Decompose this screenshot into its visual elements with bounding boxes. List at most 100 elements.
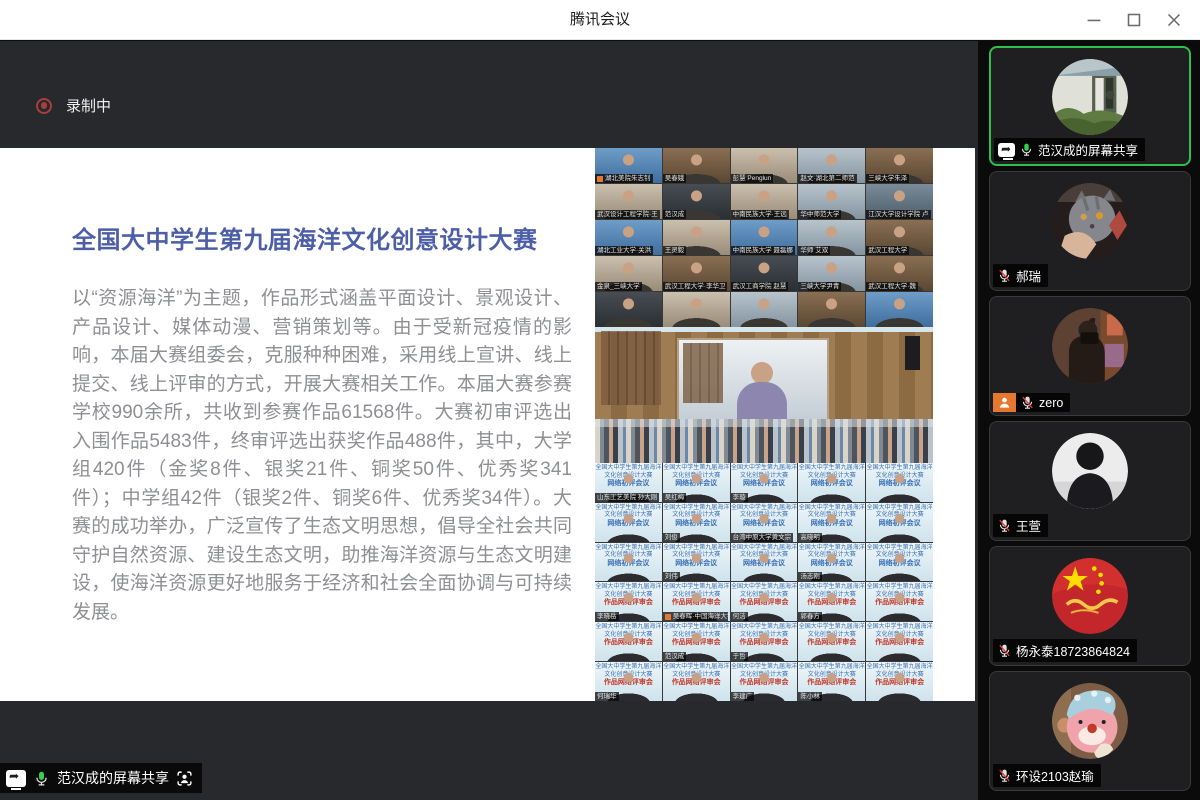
participant-name: zero — [1039, 396, 1063, 410]
participant-silhouette — [866, 463, 933, 502]
wall-tile-name: 华师 艾双 — [798, 246, 830, 255]
participant-label-row: 王萱 — [993, 514, 1048, 537]
wall-tile: 武汉设计工程学院·王 — [595, 184, 662, 219]
screen-share-icon — [6, 770, 26, 787]
wall-tile-name: 汤志刚 — [798, 572, 822, 581]
slide-title: 全国大中学生第九届海洋文化创意设计大赛 — [72, 220, 571, 255]
maximize-icon — [1123, 9, 1145, 31]
wall-tile-name: 郭春方 — [798, 612, 822, 621]
wall-tile: 全国大中学生第九届海洋文化创意设计大赛网络初评会议台湾中原大学黄文宗 — [731, 503, 798, 542]
participant-silhouette — [866, 582, 933, 621]
pip-view-icon — [176, 770, 193, 787]
participant-label: 郝瑞 — [993, 264, 1048, 287]
wall-tile: 全国大中学生第九届海洋文化创意设计大赛网络初评会议刘伟 — [663, 543, 730, 582]
presenter-head — [751, 362, 773, 384]
close-button[interactable] — [1154, 0, 1194, 40]
video-wall-bottom-grid: 全国大中学生第九届海洋文化创意设计大赛网络初评会议山东工艺美院 孙大刚全国大中学… — [595, 463, 933, 701]
member-badge-icon — [665, 614, 671, 620]
title-bar: 腾讯会议 — [0, 0, 1200, 40]
wall-tile: 华师 艾双 — [798, 220, 865, 255]
wall-tile: 金泉_三峡大学 — [595, 256, 662, 291]
wall-tile-name: 李建广 — [731, 692, 755, 701]
wall-tile: 全国大中学生第九届海洋文化创意设计大赛作品网络评审会吴春晖·中国海洋大学 — [663, 582, 730, 621]
screen-share-banner[interactable]: 范汉成的屏幕共享 — [0, 763, 202, 793]
wall-tile-name: 三峡大学朱泽 — [866, 174, 909, 183]
wall-tile-name: 武汉工程大学·魏 — [866, 282, 918, 291]
mic-on-icon — [1019, 142, 1034, 157]
maximize-button[interactable] — [1114, 0, 1154, 40]
wall-tile: 全国大中学生第九届海洋文化创意设计大赛网络初评会议刘俊 — [663, 503, 730, 542]
wall-tile: 江汉大学设计学院 卢 — [866, 184, 933, 219]
wall-tile-name: 王灵毅 — [663, 246, 687, 255]
wall-tile-name: 台湾中原大学黄文宗 — [731, 533, 794, 542]
wall-tile: 全国大中学生第九届海洋文化创意设计大赛网络初评会议 — [866, 463, 933, 502]
participant-silhouette — [731, 292, 798, 327]
recording-indicator[interactable]: 录制中 — [36, 95, 111, 116]
wall-tile-name: 李晓岳 — [595, 612, 619, 621]
mic-on-icon — [33, 770, 50, 787]
participant-silhouette — [798, 622, 865, 661]
wall-tile-name: 武汉设计工程学院·王 — [595, 210, 660, 219]
share-banner-label: 范汉成的屏幕共享 — [57, 768, 169, 788]
wall-tile-name: 山东工艺美院 孙大刚 — [595, 493, 659, 502]
wall-tile-name: 三峡大学尹青 — [798, 282, 841, 291]
participant-name: 郝瑞 — [1016, 266, 1041, 285]
audience-crowd — [595, 419, 933, 463]
participant-tile-6[interactable]: 环设2103赵瑜 — [989, 671, 1191, 791]
wall-tile — [663, 292, 730, 327]
wall-tile: 全国大中学生第九届海洋文化创意设计大赛作品网络评审会 — [866, 622, 933, 661]
auditorium-photo — [595, 327, 933, 463]
house-avatar — [1052, 59, 1128, 135]
main-stage: 录制中 全国大中学生第九届海洋文化创意设计大赛 以“资源海洋”为主题，作品形式涵… — [0, 41, 978, 800]
wall-tile: 全国大中学生第九届海洋文化创意设计大赛作品网络评审会 — [663, 662, 730, 701]
wall-tile-name: 李璇 — [731, 493, 748, 502]
wall-tile-name: 中南民族大学 聂磊娜 — [731, 246, 795, 255]
shared-meeting-video-wall: 湖北美院朱志钊 吴春娥彭慧 Penglun赵文·湖北第二师范 三峡大学朱泽武汉设计工… — [595, 148, 933, 701]
participant-silhouette — [663, 662, 730, 701]
participant-silhouette — [663, 292, 730, 327]
wall-tile-name: 湖北工业大学·关洪 — [595, 246, 653, 255]
participant-label: 环设2103赵瑜 — [993, 764, 1101, 787]
participant-label: 王萱 — [993, 514, 1048, 537]
wall-tile: 全国大中学生第九届海洋文化创意设计大赛作品网络评审会李建广 — [731, 662, 798, 701]
recording-label: 录制中 — [66, 95, 111, 116]
wall-tile-name: 湖北美院朱志钊 — [595, 174, 653, 183]
wall-tile: 湖北工业大学·关洪 — [595, 220, 662, 255]
wall-tile: 彭慧 Penglun — [731, 148, 798, 183]
participant-tile-5[interactable]: 杨永泰18723864824 — [989, 546, 1191, 666]
minimize-icon — [1083, 9, 1105, 31]
wall-tile: 吴春娥 — [663, 148, 730, 183]
silhouette-avatar — [1052, 433, 1128, 509]
wall-tile: 三峡大学尹青 — [798, 256, 865, 291]
wall-tile: 三峡大学朱泽 — [866, 148, 933, 183]
participant-tile-2[interactable]: 郝瑞 — [989, 171, 1191, 291]
cat-avatar — [1052, 183, 1128, 259]
participants-sidebar: 范汉成的屏幕共享 郝瑞 zero 王萱 — [978, 41, 1200, 800]
participant-tile-3[interactable]: zero — [989, 296, 1191, 416]
wall-tile: 全国大中学生第九届海洋文化创意设计大赛作品网络评审会 — [798, 622, 865, 661]
wall-tile: 中南民族大学·王远 — [731, 184, 798, 219]
wall-speaker-box — [905, 336, 920, 370]
wall-tile — [595, 292, 662, 327]
wall-tile-name: 江汉大学设计学院 卢 — [866, 210, 930, 219]
participant-label: 范汉成的屏幕共享 — [994, 138, 1145, 161]
participant-label-row: 范汉成的屏幕共享 — [994, 138, 1145, 161]
wall-tile-name: 赵文·湖北第二师范 — [798, 174, 856, 183]
wall-tile: 赵文·湖北第二师范 — [798, 148, 865, 183]
wall-tile: 全国大中学生第九届海洋文化创意设计大赛网络初评会议 — [595, 543, 662, 582]
participant-silhouette — [798, 292, 865, 327]
projection-screen — [677, 338, 829, 424]
participant-tile-1[interactable]: 范汉成的屏幕共享 — [989, 46, 1191, 166]
tencent-meeting-window: 腾讯会议 录制中 全国大中学生第九届海洋文化创意设计大赛 以“资源海洋”为主题， — [0, 0, 1200, 800]
wall-tile: 全国大中学生第九届海洋文化创意设计大赛网络初评会议李璇 — [731, 463, 798, 502]
participant-tile-4[interactable]: 王萱 — [989, 421, 1191, 541]
minimize-button[interactable] — [1074, 0, 1114, 40]
wall-tile-name: 范汉成 — [663, 210, 687, 219]
wall-tile: 全国大中学生第九届海洋文化创意设计大赛作品网络评审会何瑞华 — [595, 662, 662, 701]
participant-label-row: zero — [993, 393, 1070, 412]
participant-silhouette — [798, 463, 865, 502]
wall-tile: 全国大中学生第九届海洋文化创意设计大赛网络初评会议 — [595, 503, 662, 542]
mic-muted-icon — [1020, 395, 1035, 410]
wall-tile-name: 何洁 — [731, 612, 748, 621]
close-icon — [1163, 9, 1185, 31]
